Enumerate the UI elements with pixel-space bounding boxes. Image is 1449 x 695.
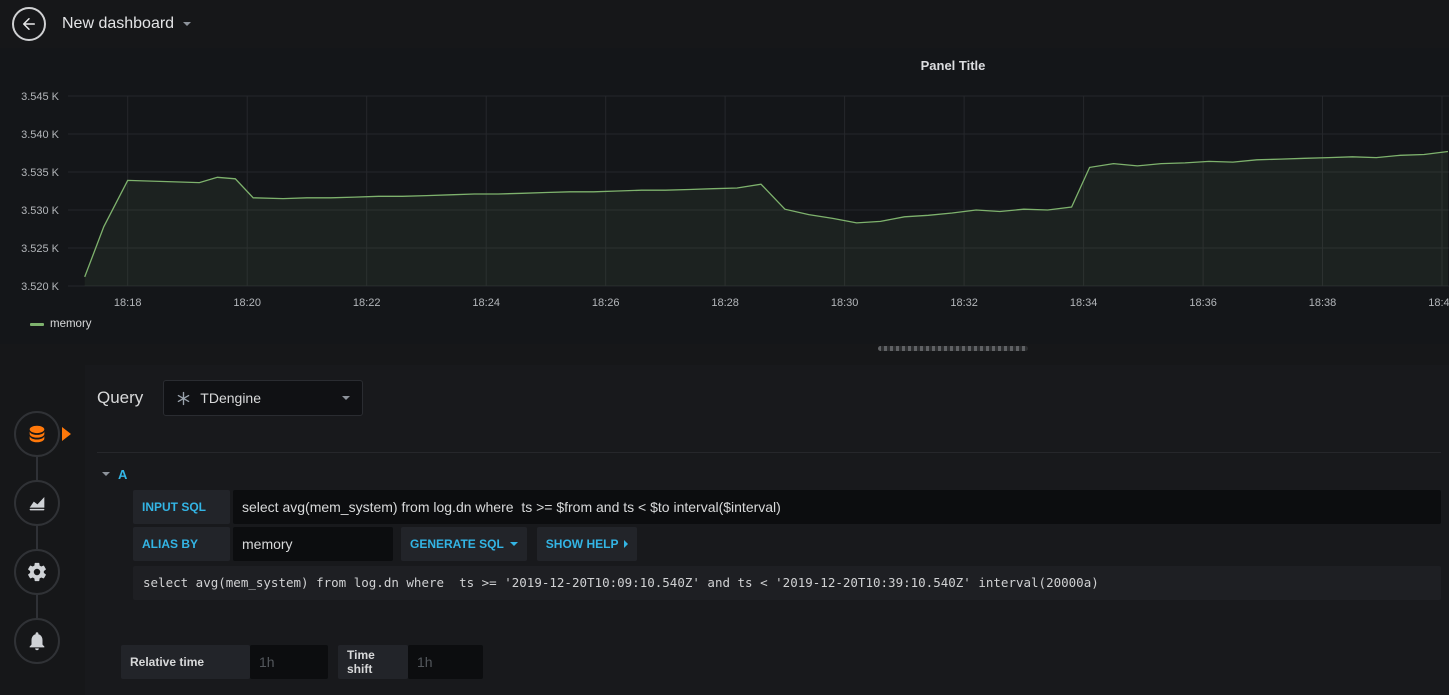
- alias-by-label: ALIAS BY: [133, 527, 230, 561]
- query-section-title: Query: [97, 388, 144, 407]
- svg-text:18:32: 18:32: [950, 297, 978, 309]
- svg-text:18:26: 18:26: [592, 297, 620, 309]
- tdengine-logo-icon: [177, 391, 190, 405]
- svg-text:3.540 K: 3.540 K: [21, 129, 60, 141]
- tab-general[interactable]: [14, 549, 60, 595]
- relative-time-label: Relative time: [121, 645, 250, 679]
- caret-down-icon: [509, 542, 518, 546]
- legend: memory: [30, 318, 92, 330]
- input-sql-field[interactable]: [233, 490, 1441, 524]
- svg-text:18:18: 18:18: [114, 297, 142, 309]
- query-rows: INPUT SQL ALIAS BY GENERATE SQL SHOW HEL…: [133, 490, 1441, 600]
- caret-right-icon: [624, 540, 629, 548]
- bell-icon: [29, 632, 45, 651]
- panel-title[interactable]: Panel Title: [921, 58, 986, 73]
- query-ref-id[interactable]: A: [118, 467, 127, 482]
- scrollbar-handle[interactable]: [878, 346, 1028, 351]
- svg-text:18:34: 18:34: [1070, 297, 1098, 309]
- graph-panel: Panel Title 3.520 K 3.525 K 3.530 K 3.535 K…: [0, 48, 1449, 344]
- svg-text:3.530 K: 3.530 K: [21, 205, 60, 217]
- legend-series-label[interactable]: memory: [50, 318, 92, 330]
- generate-sql-label: GENERATE SQL: [410, 537, 504, 551]
- queries-tab-content: Query TDengine A INPUT SQL select avg(me…: [85, 365, 1449, 695]
- generate-sql-button[interactable]: GENERATE SQL: [401, 527, 527, 561]
- tab-alert[interactable]: [14, 618, 60, 664]
- input-sql-label: INPUT SQL: [133, 490, 230, 524]
- svg-text:3.520 K: 3.520 K: [21, 281, 60, 293]
- svg-text:18:40: 18:40: [1428, 297, 1449, 309]
- active-tab-pointer-icon: [62, 427, 71, 441]
- svg-text:3.535 K: 3.535 K: [21, 167, 60, 179]
- show-help-button[interactable]: SHOW HELP: [536, 527, 638, 561]
- database-icon: [29, 425, 45, 443]
- panel-editor: Query TDengine A INPUT SQL select avg(me…: [0, 365, 1449, 695]
- svg-text:3.545 K: 3.545 K: [21, 91, 60, 103]
- dashboard-title-dropdown[interactable]: New dashboard: [62, 15, 192, 33]
- alias-by-row: ALIAS BY GENERATE SQL SHOW HELP: [133, 527, 1441, 561]
- generated-sql-preview: select avg(mem_system) from log.dn where…: [133, 566, 1441, 600]
- alias-by-field[interactable]: [233, 527, 393, 561]
- datasource-name: TDengine: [200, 390, 261, 406]
- svg-text:18:36: 18:36: [1189, 297, 1217, 309]
- tab-queries[interactable]: [14, 411, 71, 457]
- caret-down-icon: [342, 396, 351, 400]
- gear-icon: [28, 562, 46, 582]
- chart-icon: [29, 497, 45, 511]
- query-options-row: Relative time Time shift: [121, 645, 1441, 679]
- top-nav-bar: New dashboard: [0, 0, 1449, 48]
- back-button[interactable]: [12, 7, 46, 41]
- time-shift-field[interactable]: [408, 645, 483, 679]
- svg-text:18:24: 18:24: [472, 297, 500, 309]
- svg-text:18:28: 18:28: [711, 297, 739, 309]
- time-shift-label: Time shift: [338, 645, 408, 679]
- query-editor-block: A INPUT SQL ALIAS BY GENERATE SQL SHOW H…: [97, 452, 1441, 679]
- time-shift-group: Time shift: [338, 645, 483, 679]
- legend-series-color: [30, 322, 44, 326]
- collapse-caret-icon[interactable]: [102, 472, 110, 476]
- tab-visualization[interactable]: [14, 480, 60, 526]
- editor-tab-rail: [0, 365, 85, 695]
- svg-text:3.525 K: 3.525 K: [21, 243, 60, 255]
- caret-down-icon: [183, 22, 192, 26]
- input-sql-row: INPUT SQL: [133, 490, 1441, 524]
- show-help-label: SHOW HELP: [545, 537, 619, 551]
- relative-time-field[interactable]: [250, 645, 328, 679]
- svg-text:18:38: 18:38: [1309, 297, 1337, 309]
- horizontal-scrollbar-track: [0, 344, 1449, 365]
- query-header: Query TDengine: [97, 379, 1441, 417]
- time-series-plot[interactable]: 3.520 K 3.525 K 3.530 K 3.535 K 3.540 K 3.545…: [0, 84, 1449, 319]
- datasource-picker[interactable]: TDengine: [163, 380, 364, 416]
- query-row-header: A: [97, 461, 1441, 487]
- relative-time-group: Relative time: [121, 645, 328, 679]
- svg-text:18:22: 18:22: [353, 297, 381, 309]
- svg-text:18:20: 18:20: [233, 297, 261, 309]
- arrow-left-icon: [23, 18, 35, 30]
- svg-text:18:30: 18:30: [831, 297, 859, 309]
- dashboard-title: New dashboard: [62, 15, 175, 32]
